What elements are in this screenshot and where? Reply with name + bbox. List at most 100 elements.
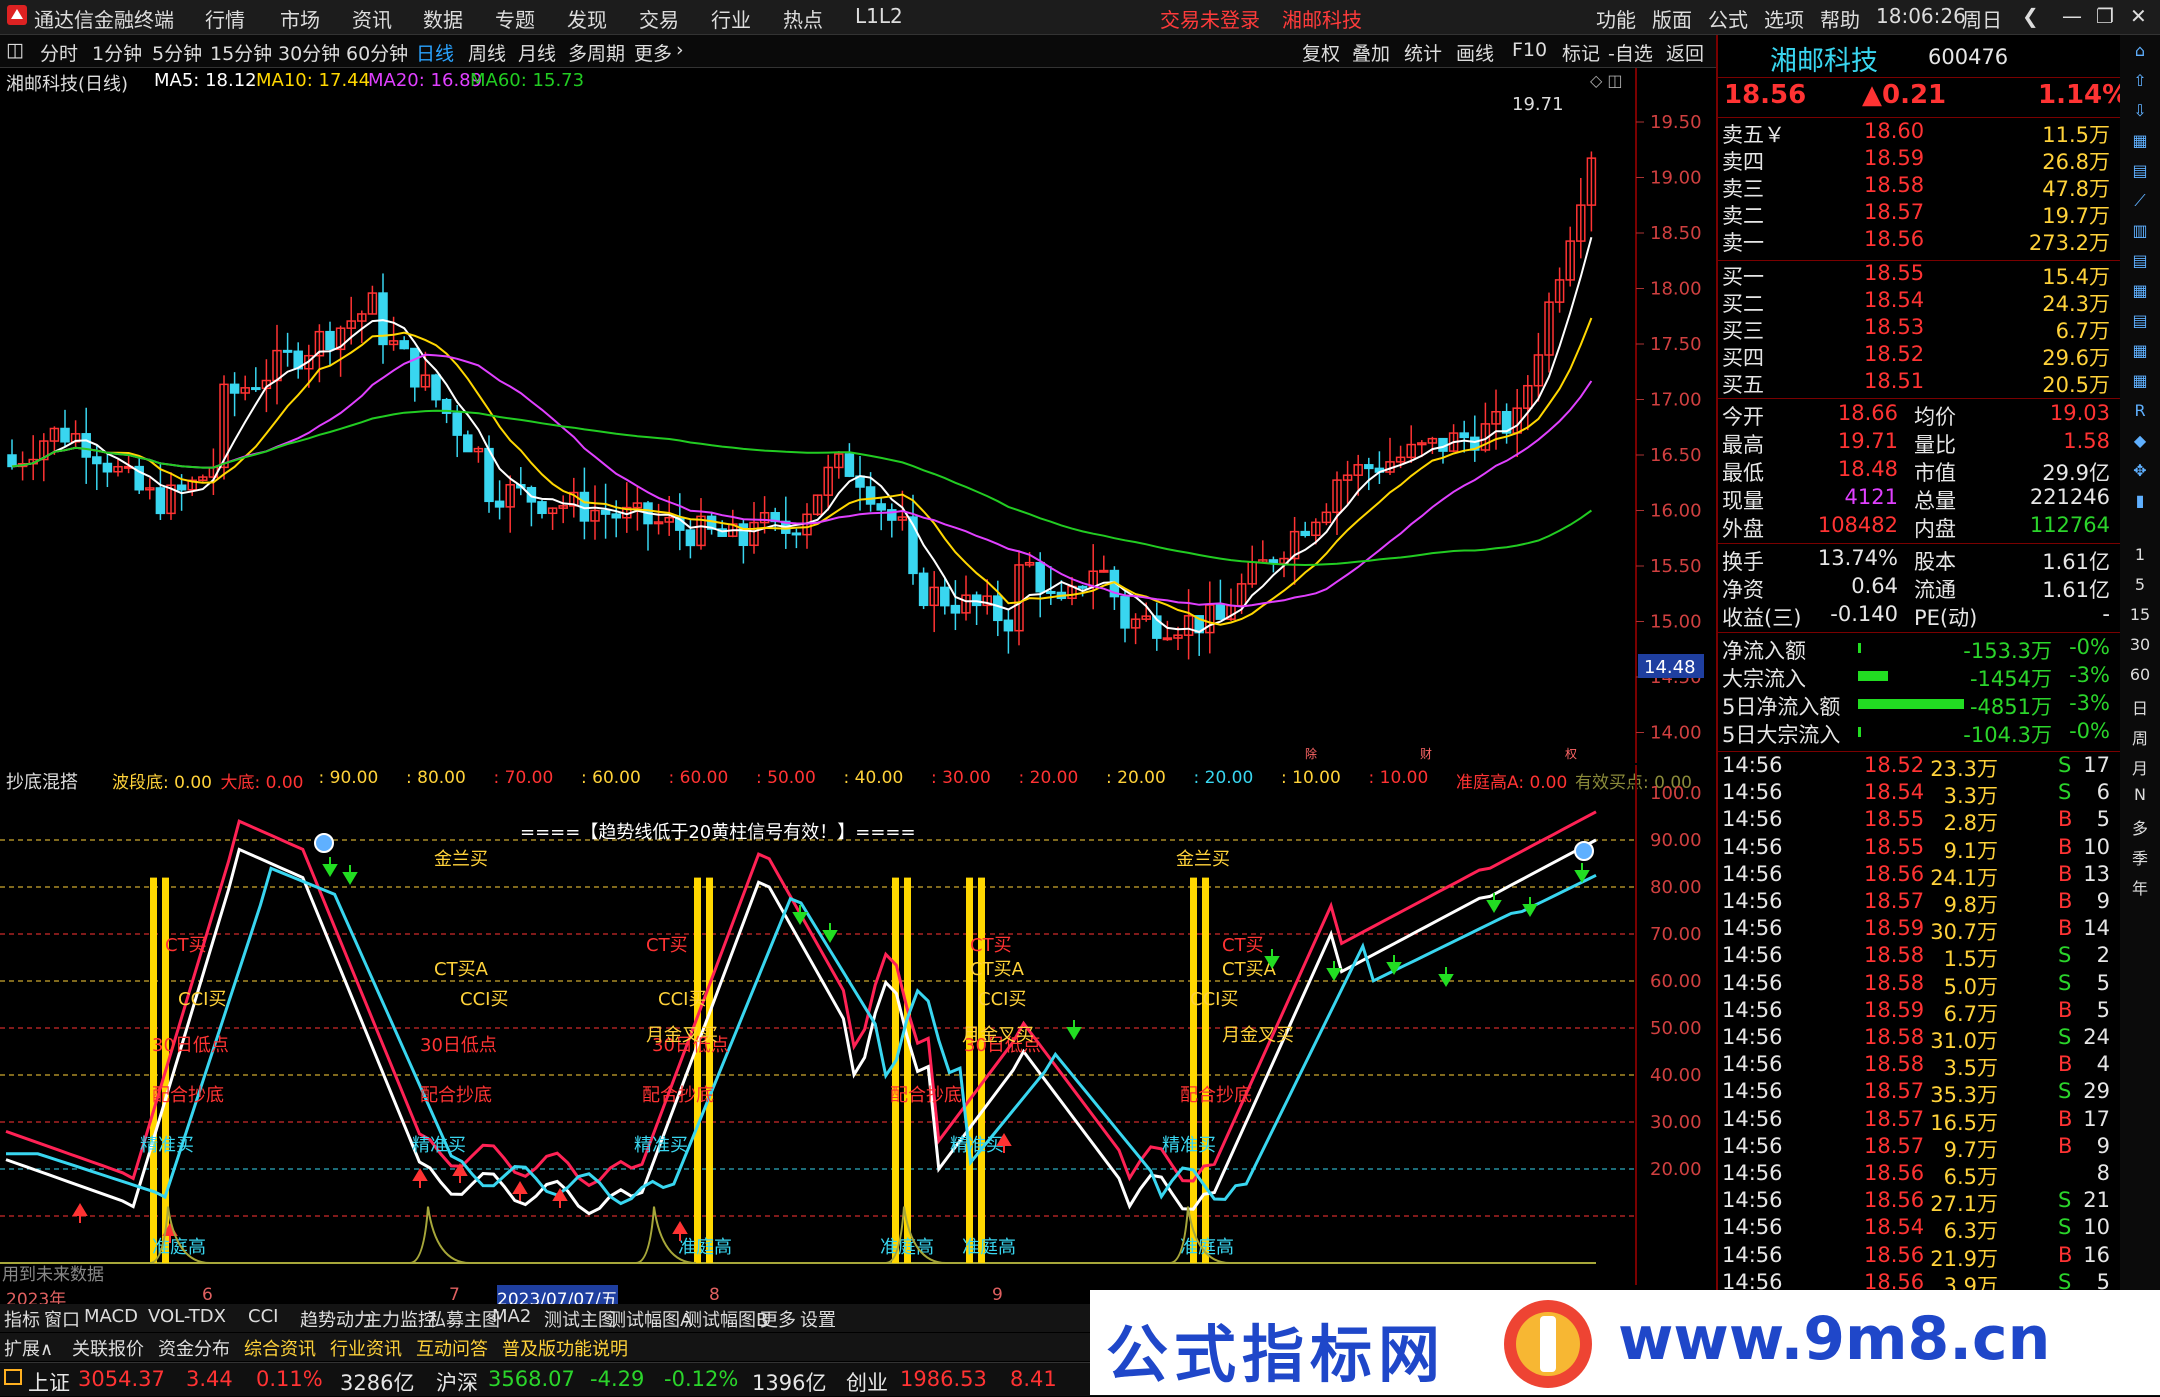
minimize-icon[interactable]: — bbox=[2062, 4, 2082, 28]
table-icon[interactable]: ▤ bbox=[2128, 251, 2152, 270]
menu-shuju[interactable]: 数据 bbox=[423, 4, 463, 33]
menu-hangqing[interactable]: 行情 bbox=[205, 4, 245, 33]
btn-zixuan[interactable]: -自选 bbox=[1608, 39, 1653, 66]
tf-weekly[interactable]: 周线 bbox=[468, 39, 506, 66]
period-shortcut[interactable]: 60 bbox=[2128, 665, 2152, 684]
tf-5min[interactable]: 5分钟 bbox=[152, 39, 202, 66]
book-row[interactable]: 买三 18.53 6.7万 bbox=[1718, 315, 2118, 343]
menu-jiaoyi[interactable]: 交易 bbox=[639, 4, 679, 33]
btn-huaxian[interactable]: 画线 bbox=[1456, 39, 1494, 66]
info-tab[interactable]: 普及版功能说明 bbox=[502, 1335, 628, 1361]
btn-fuquan[interactable]: 复权 bbox=[1302, 39, 1340, 66]
tf-monthly[interactable]: 月线 bbox=[518, 39, 556, 66]
btn-biaoji[interactable]: 标记 bbox=[1562, 39, 1600, 66]
menu-xuanxiang[interactable]: 选项 bbox=[1764, 4, 1804, 33]
info-tab[interactable]: 资金分布 bbox=[158, 1335, 230, 1361]
info-tab[interactable]: 关联报价 bbox=[72, 1335, 144, 1361]
book-row[interactable]: 卖五￥ 18.60 11.5万 bbox=[1718, 119, 2118, 147]
period-shortcut[interactable]: 15 bbox=[2128, 605, 2152, 624]
period-shortcut[interactable]: 月 bbox=[2128, 755, 2152, 779]
up-arrow-icon[interactable]: ⇧ bbox=[2128, 71, 2152, 90]
period-shortcut[interactable]: 季 bbox=[2128, 845, 2152, 869]
book-row[interactable]: 买四 18.52 29.6万 bbox=[1718, 342, 2118, 370]
back-arrow-icon[interactable]: ❮ bbox=[2022, 4, 2039, 28]
tf-60min[interactable]: 60分钟 bbox=[346, 39, 408, 66]
bottom-tab[interactable]: 设置 bbox=[800, 1306, 836, 1332]
f10-icon[interactable]: ▦ bbox=[2128, 281, 2152, 300]
tf-30min[interactable]: 30分钟 bbox=[278, 39, 340, 66]
index-sh-name[interactable]: 上证 bbox=[28, 1367, 70, 1397]
menu-gongshi[interactable]: 公式 bbox=[1708, 4, 1748, 33]
book-row[interactable]: 卖一 18.56 273.2万 bbox=[1718, 227, 2118, 255]
info-tab[interactable]: 综合资讯 bbox=[244, 1335, 316, 1361]
bottom-tab[interactable]: 测试幅图A bbox=[608, 1306, 692, 1332]
flag-icon[interactable]: ◆ bbox=[2128, 431, 2152, 450]
book-row[interactable]: 卖三 18.58 47.8万 bbox=[1718, 173, 2118, 201]
menu-banmian[interactable]: 版面 bbox=[1652, 4, 1692, 33]
menu-faxian[interactable]: 发现 bbox=[567, 4, 607, 33]
toggle-panel-icon[interactable]: ◫ bbox=[6, 39, 24, 61]
tf-fenshi[interactable]: 分时 bbox=[40, 39, 78, 66]
tick-list[interactable]: 14:56 18.52 23.3万 S 17 14:56 18.54 3.3万 S 6 14:56 1… bbox=[1718, 753, 2122, 1293]
menu-shichang[interactable]: 市场 bbox=[280, 4, 320, 33]
period-shortcut[interactable]: N bbox=[2128, 785, 2152, 804]
btn-fanhui[interactable]: 返回 bbox=[1666, 39, 1704, 66]
home-icon[interactable]: ⌂ bbox=[2128, 41, 2152, 60]
tf-multi[interactable]: 多周期 bbox=[568, 39, 625, 66]
info-tab[interactable]: 互动问答 bbox=[416, 1335, 488, 1361]
period-shortcut[interactable]: 1 bbox=[2128, 545, 2152, 564]
bottom-tab[interactable]: 测试幅图B bbox=[684, 1306, 768, 1332]
close-icon[interactable]: ✕ bbox=[2130, 4, 2147, 28]
bottom-tab[interactable]: 测试主图 bbox=[544, 1306, 616, 1332]
period-shortcut[interactable]: 周 bbox=[2128, 725, 2152, 749]
menu-redian[interactable]: 热点 bbox=[783, 4, 823, 33]
book-row[interactable]: 买一 18.55 15.4万 bbox=[1718, 261, 2118, 289]
down-arrow-icon[interactable]: ⇩ bbox=[2128, 101, 2152, 120]
period-shortcut[interactable]: 5 bbox=[2128, 575, 2152, 594]
info-icon[interactable]: ▦ bbox=[2128, 341, 2152, 360]
info-tab[interactable]: 扩展∧ bbox=[4, 1335, 53, 1361]
grid-icon[interactable]: ▦ bbox=[2128, 131, 2152, 150]
menu-gongneng[interactable]: 功能 bbox=[1596, 4, 1636, 33]
period-shortcut[interactable]: 日 bbox=[2128, 695, 2152, 719]
bottom-tab[interactable]: 更多 bbox=[760, 1306, 796, 1332]
info-icon[interactable]: ▤ bbox=[2128, 311, 2152, 330]
menu-square-icon[interactable] bbox=[4, 1367, 22, 1391]
tf-1min[interactable]: 1分钟 bbox=[92, 39, 142, 66]
list-icon[interactable]: ▥ bbox=[2128, 221, 2152, 240]
bottom-tab[interactable]: CCI bbox=[248, 1306, 278, 1327]
bottom-tab[interactable]: 指标 bbox=[4, 1306, 40, 1332]
bar-icon[interactable]: ▮ bbox=[2128, 491, 2152, 510]
trade-status[interactable]: 交易未登录 bbox=[1160, 4, 1260, 33]
period-shortcut[interactable]: 30 bbox=[2128, 635, 2152, 654]
menu-bangzhu[interactable]: 帮助 bbox=[1820, 4, 1860, 33]
bottom-tab[interactable]: MACD bbox=[84, 1306, 138, 1327]
bottom-tab[interactable]: 私募主图 bbox=[428, 1306, 500, 1332]
book-row[interactable]: 卖四 18.59 26.8万 bbox=[1718, 146, 2118, 174]
restore-icon[interactable]: ❐ bbox=[2096, 4, 2114, 28]
period-shortcut[interactable]: 多 bbox=[2128, 815, 2152, 839]
bottom-tab[interactable]: VOL-TDX bbox=[148, 1306, 226, 1327]
candle-icon[interactable]: ⟋ bbox=[2128, 191, 2152, 211]
index-cy-name[interactable]: 创业 bbox=[846, 1367, 888, 1397]
period-shortcut[interactable]: 年 bbox=[2128, 875, 2152, 899]
book-row[interactable]: 买五 18.51 20.5万 bbox=[1718, 369, 2118, 397]
tf-daily[interactable]: 日线 bbox=[416, 39, 454, 66]
bottom-tab[interactable]: 趋势动力 bbox=[300, 1306, 372, 1332]
index-hs-name[interactable]: 沪深 bbox=[436, 1367, 478, 1397]
info-tab[interactable]: 行业资讯 bbox=[330, 1335, 402, 1361]
bottom-tab[interactable]: 窗口 bbox=[44, 1306, 80, 1332]
bottom-tab[interactable]: MA2 bbox=[492, 1306, 531, 1327]
tf-15min[interactable]: 15分钟 bbox=[210, 39, 272, 66]
chart-icon[interactable]: ▦ bbox=[2128, 371, 2152, 390]
bottom-tab[interactable]: 主力监控 bbox=[364, 1306, 436, 1332]
book-row[interactable]: 卖二 18.57 19.7万 bbox=[1718, 200, 2118, 228]
chart-icon[interactable]: ▤ bbox=[2128, 161, 2152, 180]
chevron-right-icon[interactable]: › bbox=[676, 39, 684, 61]
menu-hangye[interactable]: 行业 bbox=[711, 4, 751, 33]
menu-zixun[interactable]: 资讯 bbox=[352, 4, 392, 33]
btn-tongji[interactable]: 统计 bbox=[1404, 39, 1442, 66]
book-row[interactable]: 买二 18.54 24.3万 bbox=[1718, 288, 2118, 316]
candlestick-chart[interactable]: 19.50 19.00 18.50 18.00 17.50 17.00 16.50 16.00… bbox=[0, 68, 1716, 763]
move-icon[interactable]: ✥ bbox=[2128, 461, 2152, 480]
